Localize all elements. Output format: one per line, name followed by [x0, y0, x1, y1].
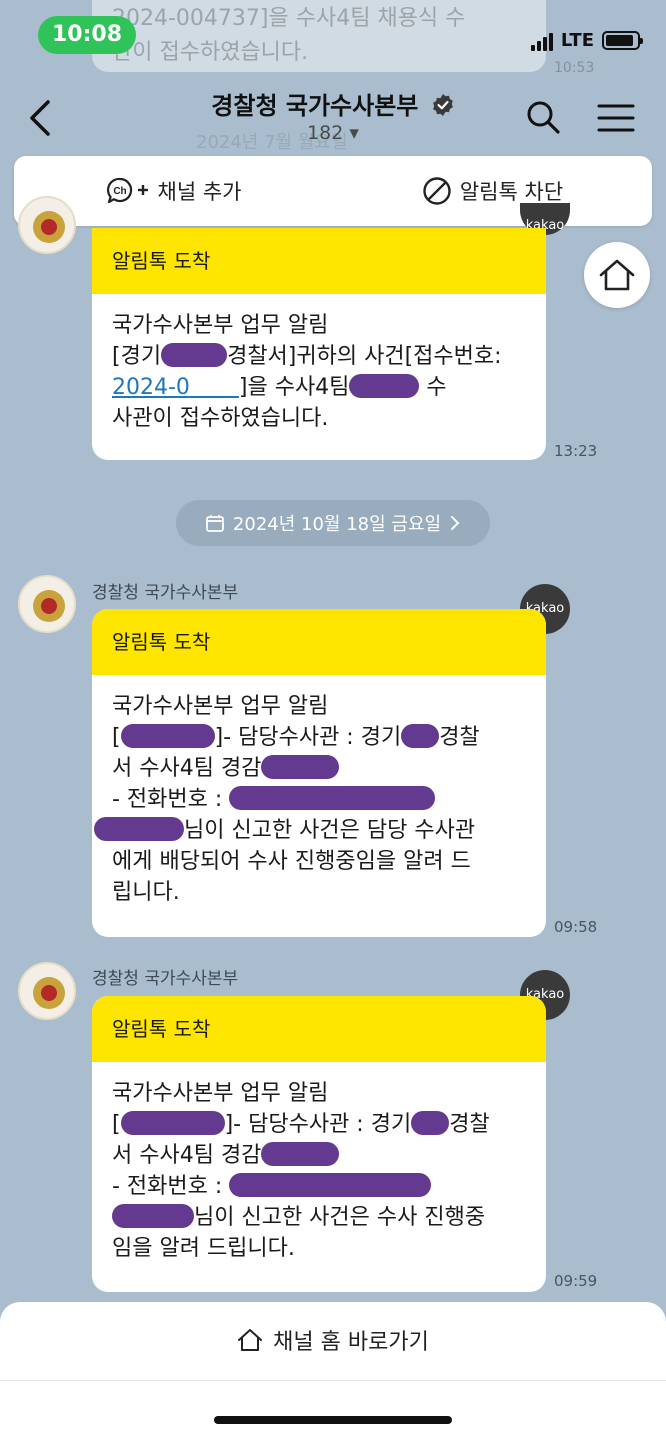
message-time: 09:59 [554, 1272, 598, 1290]
alimtalk-header: 알림톡 도착 [92, 996, 546, 1062]
signal-icon [530, 31, 553, 51]
date-divider-label: 2024년 10월 18일 금요일 [232, 514, 442, 535]
message-line: 임을 알려 드립니다. [112, 1236, 295, 1261]
redaction-mark [411, 1111, 450, 1135]
redaction-mark [349, 374, 420, 398]
svg-text:Ch: Ch [113, 186, 126, 197]
alimtalk-header: 알림톡 도착 [92, 609, 546, 675]
status-time: 10:08 [38, 16, 136, 54]
redaction-mark [161, 343, 228, 367]
divider [0, 1380, 666, 1381]
message-line: 사관이 접수하였습니다. [112, 406, 329, 431]
home-icon [599, 259, 635, 291]
home-indicator[interactable] [214, 1416, 452, 1424]
network-type: LTE [560, 30, 594, 51]
message-time: 09:58 [554, 918, 598, 936]
redaction-mark [120, 1111, 225, 1135]
add-channel-label: 채널 추가 [157, 180, 242, 204]
avatar[interactable] [18, 962, 76, 1020]
verified-badge-icon [432, 94, 453, 116]
message-line: 2024-0 ]을 수사4팀 수 [112, 374, 447, 400]
message-time: 13:23 [554, 442, 598, 460]
sender-name: 경찰청 국가수사본부 [92, 969, 239, 989]
message-body: 국가수사본부 업무 알림 [경기 경찰서]귀하의 사건[접수번호: 2024-0 … [92, 294, 546, 434]
block-icon [423, 177, 451, 205]
bottom-bar: 채널 홈 바로가기 [0, 1302, 666, 1440]
channel-name: 경찰청 국가수사본부 [211, 92, 419, 120]
avatar[interactable] [18, 196, 76, 254]
calendar-icon [206, 515, 224, 532]
member-count[interactable]: 182 ▾ [0, 122, 666, 144]
redaction-mark [229, 786, 436, 810]
message-bubble: 알림톡 도착 국가수사본부 업무 알림 []- 담당수사관 : 경기 경찰 서 수… [92, 609, 546, 937]
message-line: - 전화번호 : [112, 784, 526, 815]
message-bubble: 알림톡 도착 국가수사본부 업무 알림 [경기 경찰서]귀하의 사건[접수번호: … [92, 228, 546, 460]
message-body: 국가수사본부 업무 알림 []- 담당수사관 : 경기 경찰 서 수사4팀 경감 … [92, 1062, 546, 1264]
sender-name: 경찰청 국가수사본부 [92, 583, 239, 603]
message-line: []- 담당수사관 : 경기 경찰 [112, 724, 480, 750]
status-indicators: LTE [530, 30, 643, 51]
channel-title: 경찰청 국가수사본부 [0, 86, 666, 121]
block-alimtalk-label: 알림톡 차단 [459, 180, 564, 204]
message-line: [경기 경찰서]귀하의 사건[접수번호: [112, 343, 502, 369]
message-line: 국가수사본부 업무 알림 [112, 694, 329, 719]
search-icon[interactable] [526, 100, 560, 134]
channel-home-label: 채널 홈 바로가기 [273, 1330, 429, 1355]
redaction-mark [112, 1204, 194, 1228]
previous-message-faded: 2024-004737]을 수사4팀 채용식 수 관이 접수하였습니다. [92, 0, 546, 72]
message-bubble: 알림톡 도착 국가수사본부 업무 알림 []- 담당수사관 : 경기 경찰 서 수… [92, 996, 546, 1292]
redaction-mark [261, 1142, 340, 1166]
message-line: 님이 신고한 사건은 담당 수사관 [94, 815, 526, 846]
channel-add-icon: Ch [106, 177, 148, 204]
block-alimtalk-button[interactable]: 알림톡 차단 [333, 176, 652, 206]
avatar[interactable] [18, 575, 76, 633]
redaction-mark [229, 1173, 432, 1197]
battery-icon [602, 31, 643, 50]
message-line: []- 담당수사관 : 경기 경찰 [112, 1111, 490, 1137]
message-body: 국가수사본부 업무 알림 []- 담당수사관 : 경기 경찰 서 수사4팀 경감 … [92, 675, 546, 908]
message-line: - 전화번호 : [112, 1171, 526, 1202]
date-divider[interactable]: 2024년 10월 18일 금요일 [176, 500, 490, 546]
menu-icon[interactable] [597, 103, 635, 133]
message-line: 님이 신고한 사건은 수사 진행중 [112, 1202, 526, 1233]
alimtalk-header: 알림톡 도착 [92, 228, 546, 294]
message-line: 국가수사본부 업무 알림 [112, 1081, 329, 1106]
message-line: 서 수사4팀 경감 [112, 753, 526, 784]
message-line: 에게 배당되어 수사 진행중임을 알려 드 [112, 849, 471, 874]
channel-home-button[interactable]: 채널 홈 바로가기 [0, 1324, 666, 1356]
redaction-mark [261, 755, 340, 779]
chevron-right-icon [451, 516, 460, 530]
redaction-mark [120, 724, 215, 748]
redaction-mark [401, 724, 440, 748]
home-icon [238, 1329, 263, 1351]
message-line: 서 수사4팀 경감 [112, 1140, 526, 1171]
redaction-mark [94, 817, 184, 841]
previous-message-line: 관이 접수하였습니다. [112, 40, 309, 65]
channel-home-float-button[interactable] [584, 242, 650, 308]
previous-message-line: 2024-004737]을 수사4팀 채용식 수 [112, 6, 466, 31]
message-line: 립니다. [112, 880, 180, 905]
message-line: 국가수사본부 업무 알림 [112, 313, 329, 338]
previous-message-time: 10:53 [554, 60, 595, 76]
case-number-link[interactable]: 2024-0 [112, 375, 239, 400]
